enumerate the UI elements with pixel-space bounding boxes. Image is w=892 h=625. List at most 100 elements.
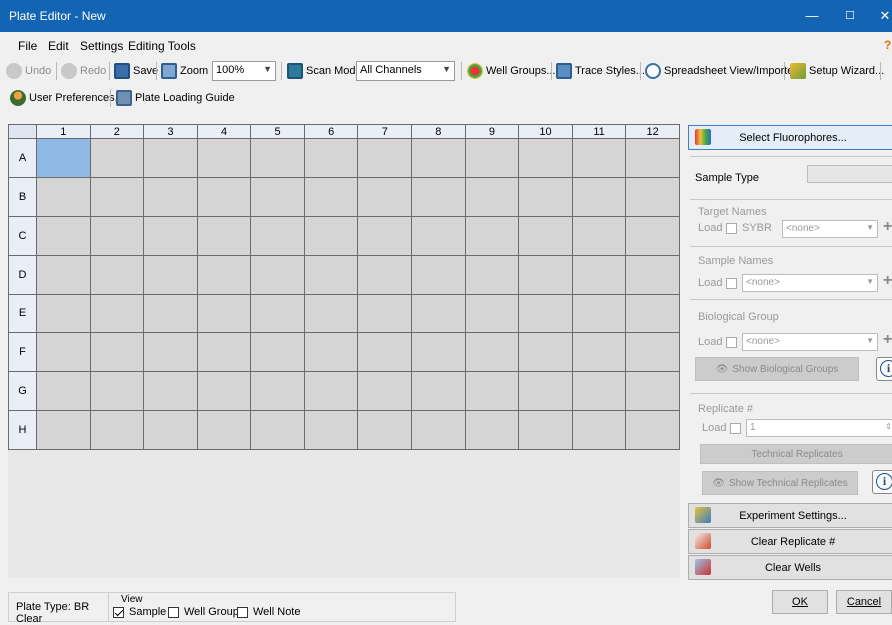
add-target-icon[interactable]: + [883,218,892,236]
row-header-B[interactable]: B [8,176,37,217]
well-A5[interactable] [250,138,305,178]
biological-group-select[interactable]: <none> ▼ [742,333,878,351]
menu-file[interactable]: File [18,39,37,53]
well-B4[interactable] [196,176,252,217]
well-D4[interactable] [196,254,252,295]
add-biological-group-icon[interactable]: + [883,331,892,349]
well-B6[interactable] [303,176,359,217]
well-G8[interactable] [411,371,466,412]
well-A4[interactable] [196,138,252,178]
well-A10[interactable] [518,138,573,178]
well-F12[interactable] [625,332,680,373]
well-D1[interactable] [36,254,91,295]
well-A12[interactable] [625,138,680,178]
well-E8[interactable] [411,293,466,334]
well-G9[interactable] [464,371,520,412]
well-G6[interactable] [303,371,359,412]
minimize-button[interactable]: — [802,6,822,26]
column-header-4[interactable]: 4 [196,124,252,139]
well-C5[interactable] [250,215,305,256]
well-F2[interactable] [89,332,145,373]
bio-load-checkbox[interactable] [726,337,737,348]
trace-styles-button[interactable]: Trace Styles... [556,61,645,81]
well-D3[interactable] [143,254,198,295]
well-F3[interactable] [143,332,198,373]
well-E6[interactable] [303,293,359,334]
menu-editing-tools[interactable]: Editing Tools [128,39,196,53]
ok-button[interactable]: OK [772,590,828,614]
well-E9[interactable] [464,293,520,334]
zoom-button[interactable]: Zoom [161,61,208,81]
row-header-C[interactable]: C [8,215,37,256]
title-bar[interactable]: Plate Editor - New — ☐ ✕ [0,0,892,32]
sample-type-select[interactable] [807,165,892,183]
well-F6[interactable] [303,332,359,373]
well-H1[interactable] [36,410,91,450]
well-groups-button[interactable]: Well Groups... [467,61,556,81]
undo-button[interactable]: Undo [6,61,51,81]
well-B10[interactable] [518,176,573,217]
well-C3[interactable] [143,215,198,256]
replicate-info-button[interactable]: i [872,470,892,494]
select-all-corner[interactable] [8,124,37,139]
well-A8[interactable] [411,138,466,178]
add-sample-icon[interactable]: + [883,272,892,290]
well-H12[interactable] [625,410,680,450]
column-header-10[interactable]: 10 [518,124,573,139]
well-C4[interactable] [196,215,252,256]
well-A3[interactable] [143,138,198,178]
well-D12[interactable] [625,254,680,295]
column-header-9[interactable]: 9 [464,124,520,139]
well-G10[interactable] [518,371,573,412]
well-E3[interactable] [143,293,198,334]
well-D6[interactable] [303,254,359,295]
row-header-A[interactable]: A [8,138,37,178]
well-C1[interactable] [36,215,91,256]
well-G5[interactable] [250,371,305,412]
spinner-icon[interactable]: ⇕ [885,422,892,431]
scan-mode-select[interactable]: All Channels ▼ [356,61,455,81]
maximize-button[interactable]: ☐ [840,6,860,26]
row-header-F[interactable]: F [8,332,37,373]
well-F10[interactable] [518,332,573,373]
well-H4[interactable] [196,410,252,450]
well-C9[interactable] [464,215,520,256]
clear-wells-button[interactable]: Clear Wells [688,555,892,580]
well-B9[interactable] [464,176,520,217]
well-B3[interactable] [143,176,198,217]
plate-loading-guide-button[interactable]: Plate Loading Guide [116,88,235,108]
well-A1[interactable] [36,138,91,178]
show-biological-groups-button[interactable]: 👁 Show Biological Groups [695,357,859,381]
well-H9[interactable] [464,410,520,450]
well-G3[interactable] [143,371,198,412]
well-C10[interactable] [518,215,573,256]
replicate-load-checkbox[interactable] [730,423,741,434]
column-header-7[interactable]: 7 [357,124,413,139]
well-group-view-checkbox[interactable] [168,607,179,618]
well-F8[interactable] [411,332,466,373]
well-A2[interactable] [89,138,145,178]
biological-info-button[interactable]: i [876,357,892,381]
experiment-settings-button[interactable]: Experiment Settings... [688,503,892,528]
show-technical-replicates-button[interactable]: 👁 Show Technical Replicates [702,471,858,495]
well-G12[interactable] [625,371,680,412]
well-E12[interactable] [625,293,680,334]
menu-settings[interactable]: Settings [80,39,123,53]
row-header-E[interactable]: E [8,293,37,334]
well-C11[interactable] [571,215,627,256]
well-D5[interactable] [250,254,305,295]
well-B7[interactable] [357,176,413,217]
well-A7[interactable] [357,138,413,178]
well-B12[interactable] [625,176,680,217]
well-B2[interactable] [89,176,145,217]
replicate-number-input[interactable]: 1 ⇕ [746,419,892,437]
row-header-G[interactable]: G [8,371,37,412]
well-E11[interactable] [571,293,627,334]
well-E7[interactable] [357,293,413,334]
well-D8[interactable] [411,254,466,295]
well-C2[interactable] [89,215,145,256]
well-F5[interactable] [250,332,305,373]
column-header-1[interactable]: 1 [36,124,91,139]
well-F7[interactable] [357,332,413,373]
well-C12[interactable] [625,215,680,256]
